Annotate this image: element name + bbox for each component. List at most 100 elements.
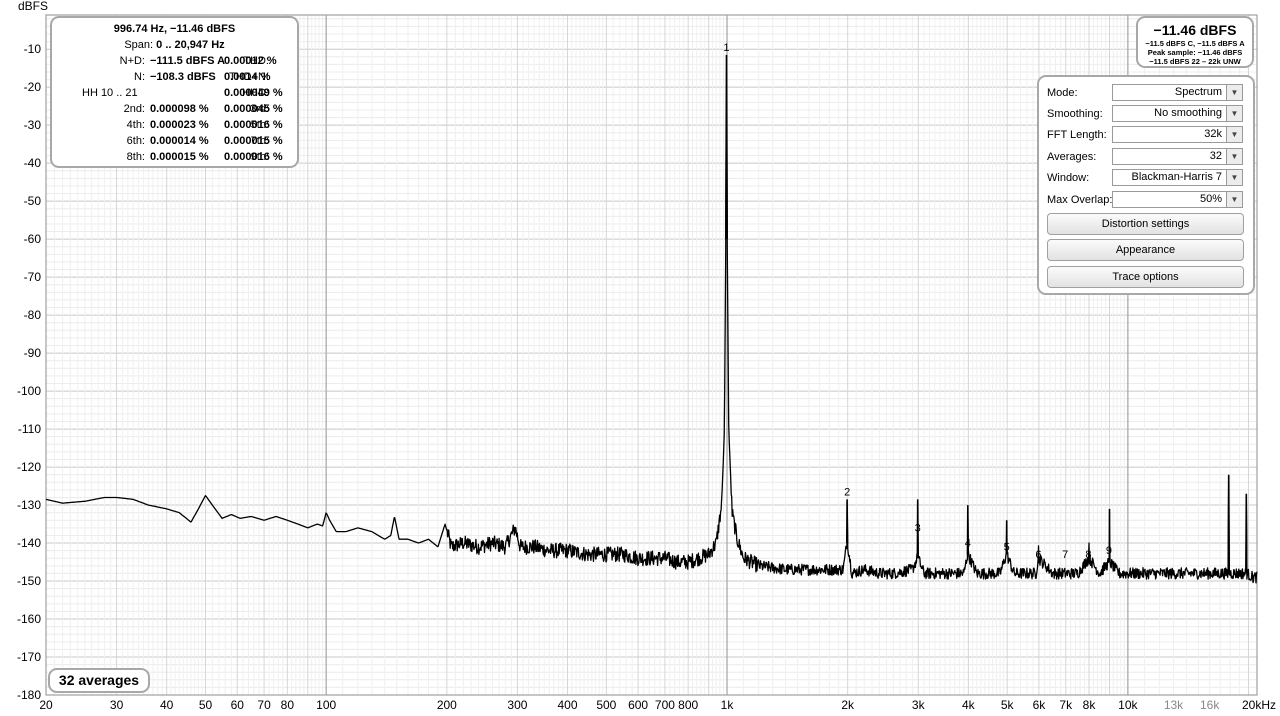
stats-value: −111.5 dBFS A [150, 55, 226, 67]
stats-label: 8th: [126, 151, 145, 163]
y-tick-label: -80 [24, 308, 42, 322]
mode-value: Spectrum [1174, 86, 1222, 98]
x-tick-label: 8k [1083, 698, 1097, 712]
x-tick-label: 800 [678, 698, 698, 712]
stats-value: 0.0014 % [224, 71, 271, 83]
peak-readout: 996.74 Hz, −11.46 dBFS [113, 23, 236, 35]
fft-length-control: FFT Length: 32k ▼ [1047, 126, 1247, 146]
chevron-down-icon: ▼ [1226, 149, 1242, 164]
span-value: 0 .. 20,947 Hz [156, 39, 225, 51]
smoothing-label: Smoothing: [1047, 108, 1103, 120]
stats-label: 4th: [126, 119, 145, 131]
chevron-down-icon: ▼ [1226, 85, 1242, 100]
mode-select[interactable]: Spectrum ▼ [1112, 84, 1243, 101]
span-readout: Span: 0 .. 20,947 Hz [52, 37, 297, 53]
level-weighted-line: −11.5 dBFS C, −11.5 dBFS A [1145, 39, 1245, 48]
x-tick-label: 20 [39, 698, 53, 712]
stats-row: N+D: −111.5 dBFS A THD: 0.00012 % [52, 53, 297, 69]
chevron-down-icon: ▼ [1226, 106, 1242, 121]
stats-value: 0.000016 % [224, 151, 283, 163]
level-peak-sample-line: Peak sample: −11.46 dBFS [1147, 48, 1243, 57]
peak-spike [725, 54, 728, 240]
stats-row: N: −108.3 dBFS THD+N: 0.0014 % [52, 69, 297, 85]
max-overlap-select[interactable]: 50% ▼ [1112, 191, 1243, 208]
x-tick-label: 2k [841, 698, 855, 712]
y-tick-label: -30 [24, 118, 42, 132]
harmonic-label: 7 [1062, 549, 1068, 561]
x-tick-label: 300 [507, 698, 527, 712]
fft-length-value: 32k [1204, 128, 1222, 140]
y-tick-label: -70 [24, 270, 42, 284]
stats-value: 0.000023 % [150, 119, 209, 131]
peak-spike [846, 499, 849, 544]
x-tick-label: 3k [912, 698, 926, 712]
stats-label: 6th: [126, 135, 145, 147]
window-select[interactable]: Blackman-Harris 7 ▼ [1112, 169, 1243, 186]
stats-label: 2nd: [123, 103, 145, 115]
x-tick-label: 50 [199, 698, 213, 712]
x-tick-label: 200 [437, 698, 457, 712]
y-tick-label: -90 [24, 346, 42, 360]
y-tick-label: -110 [18, 422, 41, 436]
y-tick-label: -170 [17, 650, 41, 664]
fft-length-select[interactable]: 32k ▼ [1112, 126, 1243, 143]
level-unweighted-line: −11.5 dBFS 22 – 22k UNW [1149, 57, 1241, 66]
smoothing-control: Smoothing: No smoothing ▼ [1047, 105, 1247, 125]
x-tick-label: 500 [596, 698, 616, 712]
y-tick-label: -130 [17, 498, 41, 512]
max-overlap-label: Max Overlap: [1047, 194, 1113, 206]
smoothing-value: No smoothing [1154, 107, 1222, 119]
span-label: Span: [124, 39, 154, 51]
y-tick-label: -140 [17, 536, 41, 550]
level-main-value: −11.46 dBFS [1153, 22, 1237, 38]
mode-control: Mode: Spectrum ▼ [1047, 84, 1247, 104]
window-value: Blackman-Harris 7 [1131, 171, 1222, 183]
stats-label: N+D: [119, 55, 145, 67]
x-tick-label: 16k [1200, 698, 1220, 712]
x-tick-label: 7k [1059, 698, 1073, 712]
stats-label: HH 10 .. 21 [82, 87, 138, 99]
window-label: Window: [1047, 172, 1090, 184]
stats-row: 6th: 0.000014 % 7th: 0.000015 % [52, 133, 297, 149]
y-tick-label: -10 [24, 42, 42, 56]
x-tick-label: 60 [231, 698, 245, 712]
y-tick-label: -160 [17, 612, 41, 626]
harmonic-label: 2 [844, 486, 850, 498]
y-tick-label: -120 [17, 460, 41, 474]
smoothing-select[interactable]: No smoothing ▼ [1112, 105, 1243, 122]
trace-options-button[interactable]: Trace options [1047, 266, 1244, 288]
averages-select[interactable]: 32 ▼ [1112, 148, 1243, 165]
averages-label: Averages: [1047, 151, 1097, 163]
averages-value: 32 [1209, 150, 1222, 162]
x-tick-label: 80 [281, 698, 295, 712]
distortion-settings-button[interactable]: Distortion settings [1047, 213, 1244, 235]
y-axis-label: dBFS [18, 0, 48, 13]
appearance-button[interactable]: Appearance [1047, 239, 1244, 261]
window-control: Window: Blackman-Harris 7 ▼ [1047, 169, 1247, 189]
stats-row: 2nd: 0.000098 % 3rd: 0.000045 % [52, 101, 297, 117]
harmonic-label: 1 [723, 42, 729, 54]
x-tick-label: 100 [316, 698, 336, 712]
y-tick-label: -60 [24, 232, 42, 246]
harmonic-label: 5 [1004, 541, 1010, 553]
y-tick-label: -180 [17, 688, 41, 702]
harmonic-label: 6 [1035, 549, 1041, 561]
stats-value: 0.000049 % [224, 87, 283, 99]
y-tick-label: -20 [24, 80, 42, 94]
mode-label: Mode: [1047, 87, 1078, 99]
stats-row: 8th: 0.000015 % 9th: 0.000016 % [52, 149, 297, 165]
stats-row: HH 10 .. 21 HHD: 0.000049 % [52, 85, 297, 101]
stats-value: −108.3 dBFS [150, 71, 216, 83]
stats-label: N: [134, 71, 145, 83]
y-tick-label: -40 [24, 156, 42, 170]
y-tick-label: -50 [24, 194, 42, 208]
x-tick-label: 400 [557, 698, 577, 712]
stats-value: 0.00012 % [224, 55, 277, 67]
x-tick-label: 13k [1164, 698, 1184, 712]
x-tick-label: 6k [1033, 698, 1047, 712]
x-tick-label: 20kHz [1242, 698, 1276, 712]
x-tick-label: 30 [110, 698, 124, 712]
x-tick-label: 5k [1001, 698, 1015, 712]
fft-length-label: FFT Length: [1047, 129, 1107, 141]
y-tick-label: -150 [17, 574, 41, 588]
